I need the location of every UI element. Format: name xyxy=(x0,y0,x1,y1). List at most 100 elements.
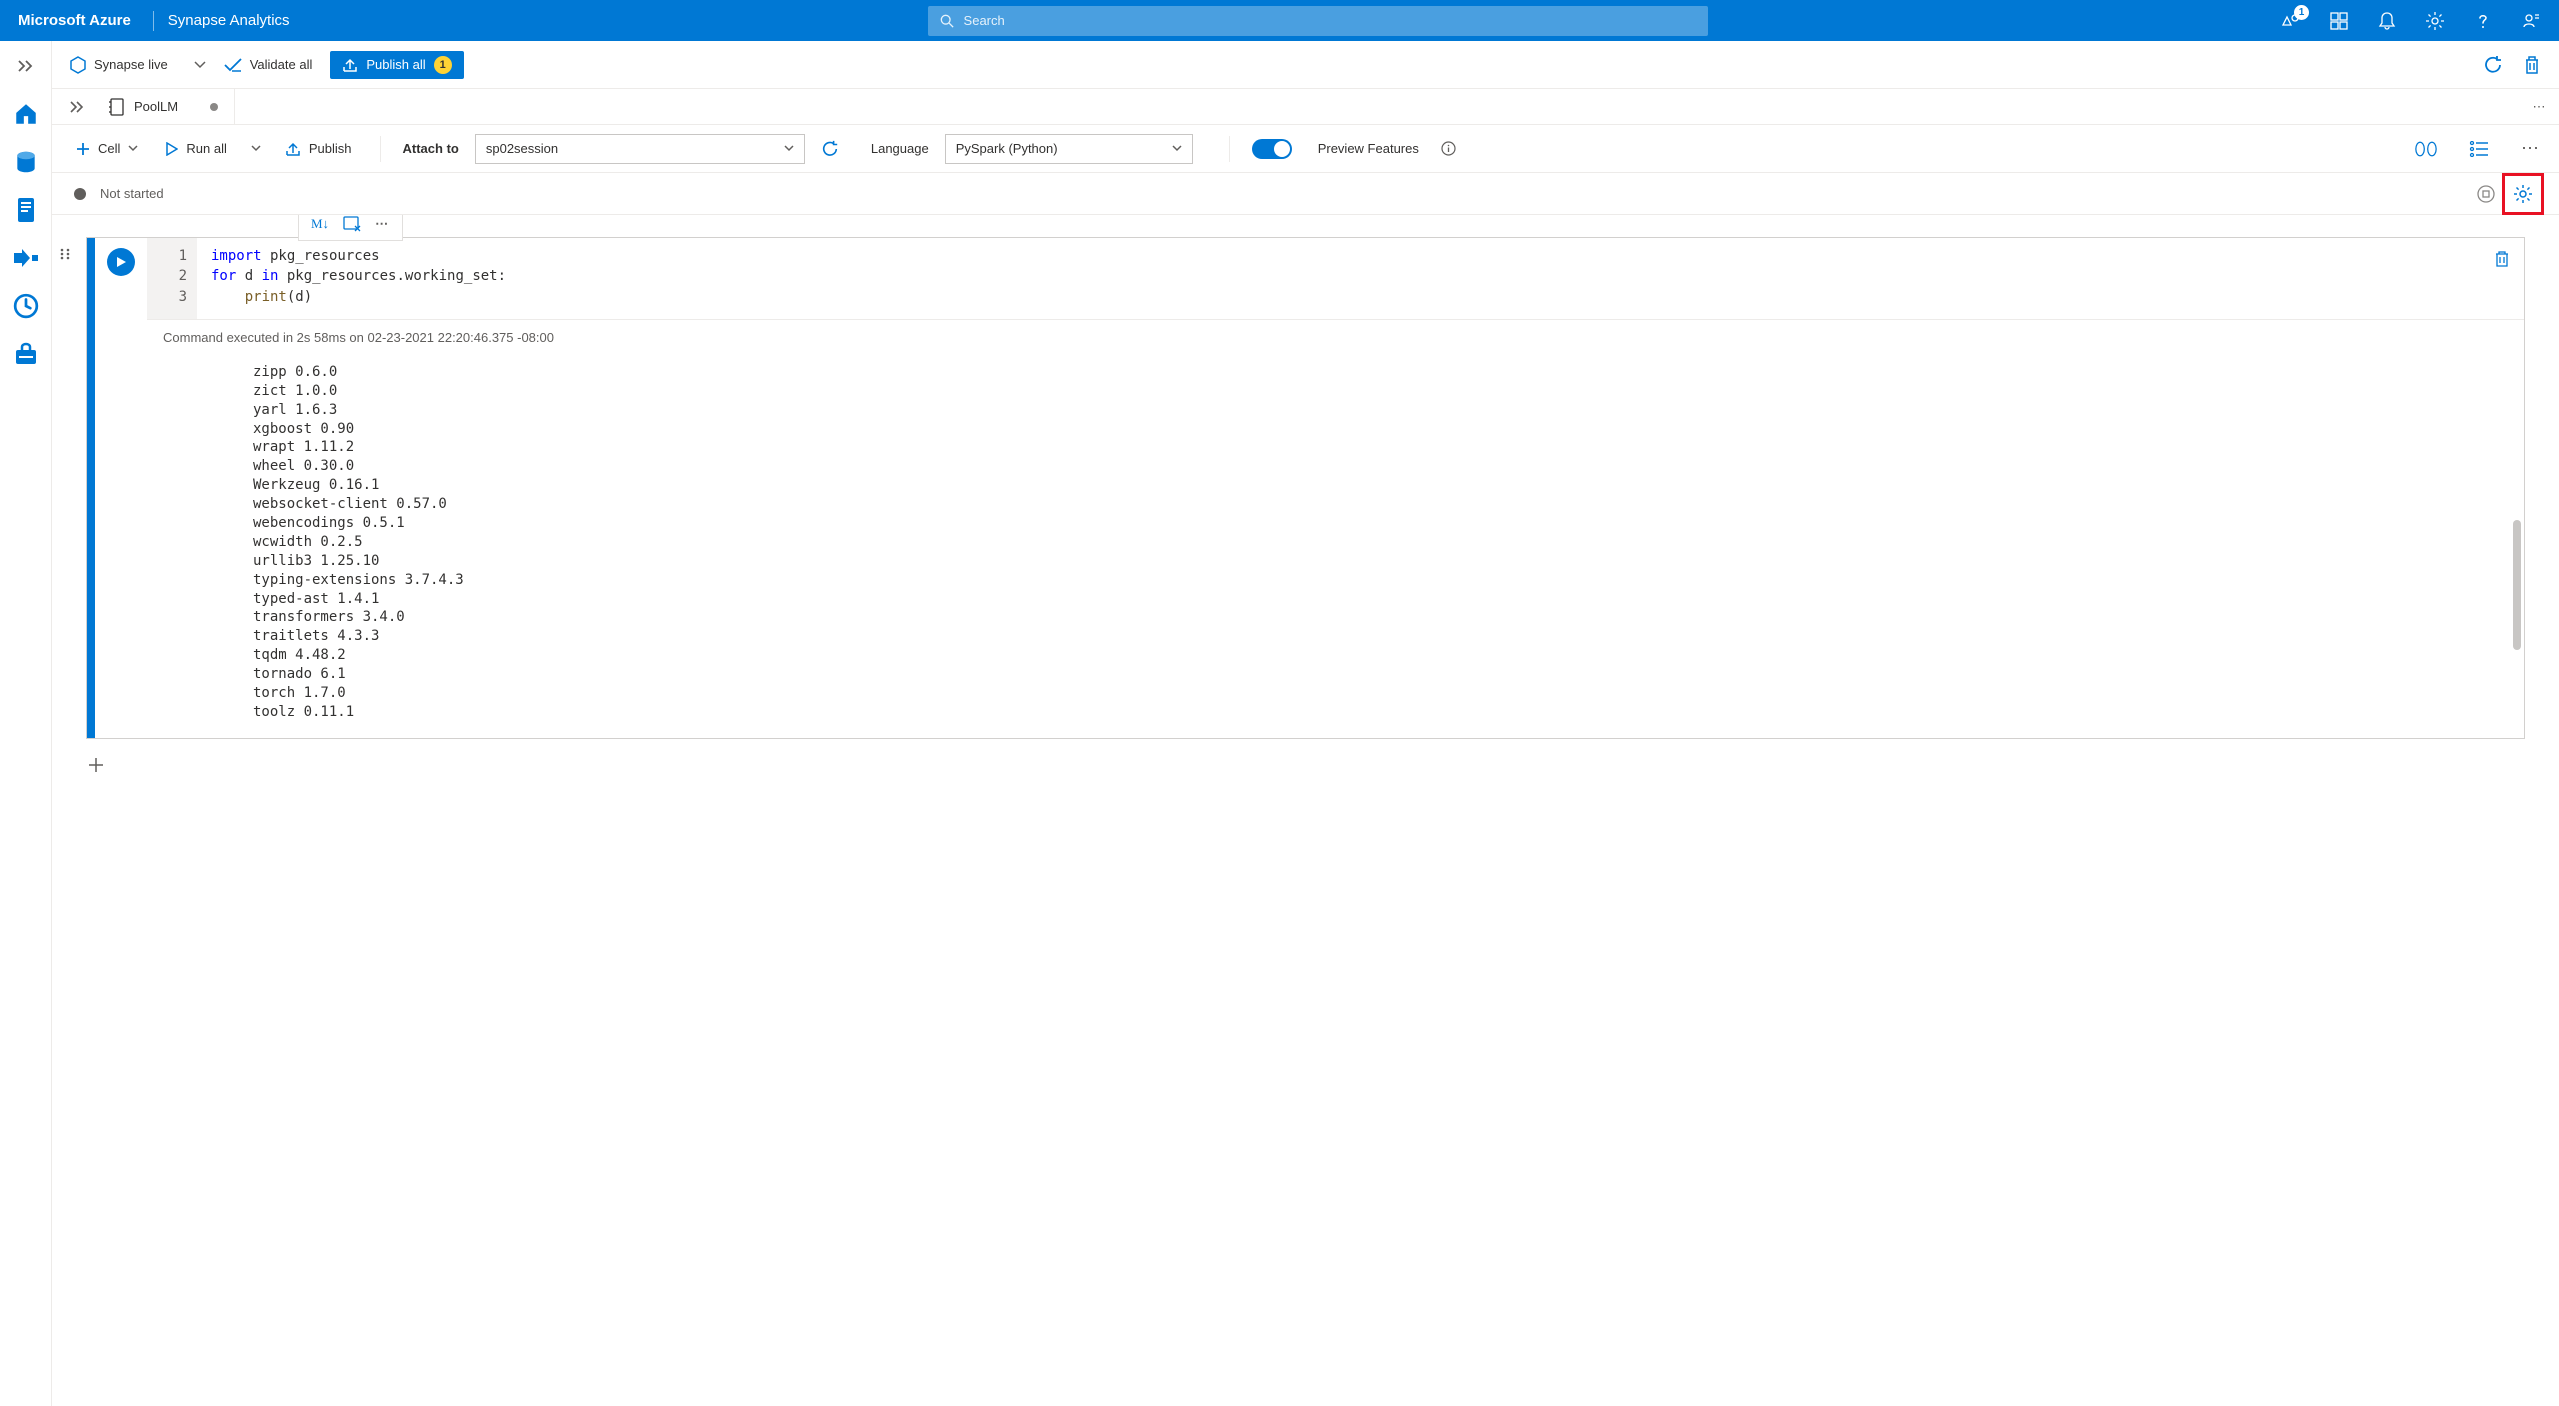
preview-features-toggle[interactable] xyxy=(1252,139,1292,159)
directories-icon[interactable] xyxy=(2329,11,2349,31)
integrate-icon[interactable] xyxy=(11,243,41,273)
clear-output-button[interactable] xyxy=(343,216,361,232)
header-icons: 1 xyxy=(2281,11,2559,31)
validate-all-button[interactable]: Validate all xyxy=(224,57,313,72)
publish-label: Publish xyxy=(309,141,352,156)
validate-all-label: Validate all xyxy=(250,57,313,72)
attach-to-label: Attach to xyxy=(403,141,459,156)
hexagon-icon xyxy=(70,56,86,74)
preview-features-label: Preview Features xyxy=(1318,141,1419,156)
tab-poollm[interactable]: PoolLM xyxy=(92,89,235,124)
tab-more-icon[interactable]: ⋯ xyxy=(2519,89,2559,124)
code-area: 123 import pkg_resources for d in pkg_re… xyxy=(147,238,2524,738)
upload-icon xyxy=(342,57,358,73)
cell-more-icon[interactable]: ⋯ xyxy=(375,216,390,232)
feedback-icon[interactable] xyxy=(2521,11,2541,31)
expand-tabs-icon[interactable] xyxy=(62,89,92,124)
status-indicator xyxy=(74,188,86,200)
data-icon[interactable] xyxy=(11,147,41,177)
notification-badge: 1 xyxy=(2294,5,2309,20)
cloud-shell-icon[interactable]: 1 xyxy=(2281,11,2301,31)
monitor-icon[interactable] xyxy=(11,291,41,321)
main-area: Synapse live Validate all Publish all 1 xyxy=(52,41,2559,1406)
settings-icon[interactable] xyxy=(2425,11,2445,31)
delete-cell-icon[interactable] xyxy=(2494,250,2510,268)
chevron-down-icon xyxy=(194,61,206,69)
output-text: zipp 0.6.0 zict 1.0.0 yarl 1.6.3 xgboost… xyxy=(163,363,2508,722)
publish-button[interactable]: Publish xyxy=(279,137,358,161)
refresh-icon[interactable] xyxy=(2483,55,2503,75)
tab-label: PoolLM xyxy=(134,99,178,114)
synapse-live-label: Synapse live xyxy=(94,57,168,72)
chevron-down-icon xyxy=(1172,145,1182,152)
variables-icon[interactable] xyxy=(2415,140,2437,158)
tab-dirty-indicator xyxy=(210,103,218,111)
notebook-body: M↓ ⋯ xyxy=(52,215,2559,1406)
collapse-rail-icon[interactable] xyxy=(11,51,41,81)
upload-icon xyxy=(285,141,301,157)
session-refresh-icon[interactable] xyxy=(821,140,839,158)
notifications-icon[interactable] xyxy=(2377,11,2397,31)
notebook-icon xyxy=(108,98,124,116)
help-icon[interactable] xyxy=(2473,11,2493,31)
stop-session-icon[interactable] xyxy=(2477,185,2495,203)
outline-icon[interactable] xyxy=(2469,141,2489,157)
discard-icon[interactable] xyxy=(2523,55,2541,75)
cell-accent xyxy=(87,238,95,738)
notebook-more-icon[interactable]: ⋯ xyxy=(2521,138,2541,159)
tab-row: PoolLM ⋯ xyxy=(52,89,2559,125)
azure-header: Microsoft Azure Synapse Analytics Search… xyxy=(0,0,2559,41)
search-placeholder: Search xyxy=(964,13,1005,28)
brand-divider xyxy=(153,11,154,31)
attach-value: sp02session xyxy=(486,141,558,156)
develop-icon[interactable] xyxy=(11,195,41,225)
play-icon xyxy=(116,256,127,268)
attach-to-dropdown[interactable]: sp02session xyxy=(475,134,805,164)
cell-container: M↓ ⋯ xyxy=(86,237,2525,739)
azure-brand: Microsoft Azure Synapse Analytics xyxy=(0,11,308,31)
run-dropdown[interactable] xyxy=(249,141,263,156)
status-bar: Not started xyxy=(52,173,2559,215)
global-search[interactable]: Search xyxy=(928,6,1708,36)
manage-icon[interactable] xyxy=(11,339,41,369)
add-cell-button[interactable]: Cell xyxy=(70,137,144,160)
language-value: PySpark (Python) xyxy=(956,141,1058,156)
checkmark-icon xyxy=(224,58,242,72)
info-icon[interactable] xyxy=(1441,141,1456,156)
chevron-down-icon xyxy=(251,145,261,152)
status-text: Not started xyxy=(100,186,164,201)
publish-all-button[interactable]: Publish all 1 xyxy=(330,51,463,79)
drag-handle-icon[interactable] xyxy=(59,248,71,260)
run-all-button[interactable]: Run all xyxy=(160,137,232,160)
plus-icon xyxy=(76,142,90,156)
chevron-down-icon xyxy=(128,145,138,152)
publish-count-badge: 1 xyxy=(434,56,452,74)
home-icon[interactable] xyxy=(11,99,41,129)
plus-icon xyxy=(88,757,104,773)
separator xyxy=(380,136,381,162)
add-cell-below-button[interactable] xyxy=(86,757,2525,773)
cell-output: Command executed in 2s 58ms on 02-23-202… xyxy=(147,319,2524,738)
line-numbers: 123 xyxy=(147,238,197,319)
notebook-toolbar: Cell Run all Publish Attach to sp02sessi… xyxy=(52,125,2559,173)
code-editor[interactable]: 123 import pkg_resources for d in pkg_re… xyxy=(147,238,2524,319)
brand-microsoft-azure: Microsoft Azure xyxy=(18,12,131,29)
play-icon xyxy=(166,142,178,156)
run-cell-button[interactable] xyxy=(107,248,135,276)
separator xyxy=(1229,136,1230,162)
language-label: Language xyxy=(871,141,929,156)
chevron-down-icon xyxy=(784,145,794,152)
left-nav-rail xyxy=(0,41,52,1406)
workspace-right-icons xyxy=(2483,55,2541,75)
language-dropdown[interactable]: PySpark (Python) xyxy=(945,134,1193,164)
brand-service: Synapse Analytics xyxy=(168,12,290,29)
code-cell[interactable]: 123 import pkg_resources for d in pkg_re… xyxy=(86,237,2525,739)
synapse-live-dropdown[interactable]: Synapse live xyxy=(70,56,206,74)
code-text[interactable]: import pkg_resources for d in pkg_resour… xyxy=(197,238,2524,319)
cell-label: Cell xyxy=(98,141,120,156)
session-settings-icon[interactable] xyxy=(2509,180,2537,208)
convert-to-markdown-button[interactable]: M↓ xyxy=(311,216,329,232)
output-scrollbar[interactable] xyxy=(2513,520,2521,1100)
publish-all-label: Publish all xyxy=(366,57,425,72)
execution-info: Command executed in 2s 58ms on 02-23-202… xyxy=(163,330,2508,345)
